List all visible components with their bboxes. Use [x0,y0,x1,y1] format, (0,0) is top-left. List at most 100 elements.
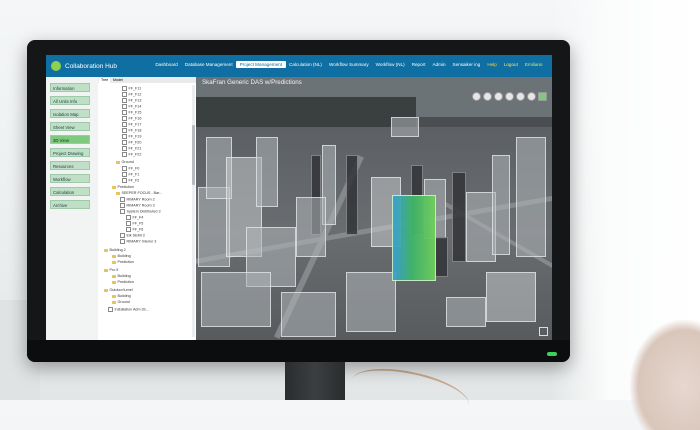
prediction-building-highlight[interactable] [392,195,436,281]
sidebar: Information All Units Info Isolation Map… [46,77,98,340]
legend-icon[interactable] [538,92,547,101]
nav-project-management[interactable]: Project Management [236,61,286,68]
tree-node[interactable]: FF_F21 [122,146,141,151]
nav-workflow[interactable]: Workflow (NL) [372,61,408,68]
tree-node[interactable]: FF_F22 [122,152,141,157]
sidebar-item-calculation[interactable]: Calculation [50,187,90,196]
monitor-stand [285,362,345,400]
viewer-title: SkaFran Generic DAS w/Predictions [202,79,302,86]
info-icon[interactable] [516,92,525,101]
tree-folder[interactable]: Building [112,274,131,279]
main-nav: Dashboard Database Management Project Ma… [152,61,546,68]
app-logo[interactable]: Collaboration Hub [51,60,117,72]
nav-database-management[interactable]: Database Management [181,61,236,68]
tree-node[interactable]: FF_F16 [122,116,141,121]
nav-logout[interactable]: Logout [500,61,521,68]
tree-node[interactable]: System Distributed 3 [120,209,161,214]
nav-dashboard[interactable]: Dashboard [152,61,181,68]
tree-node[interactable]: FF_F5 [126,221,143,226]
building-model [346,272,396,332]
tree-folder[interactable]: Building [112,294,131,299]
background-hand [630,320,700,430]
tree-node[interactable]: RIMARY Room 2 [120,197,155,202]
tree-folder[interactable]: Building [112,254,131,259]
tree-folder[interactable]: Pro 5 [104,268,118,273]
tree-node[interactable]: FF_F17 [122,122,141,127]
sidebar-item-information[interactable]: Information [50,83,90,92]
tab-tree[interactable]: Tree [99,77,111,83]
model-tree-panel: Tree Model FF_F11 FF_F12 FF_F13 FF_F14 F… [98,77,197,340]
tree-folder[interactable]: Outdoor/Level [104,288,133,293]
tab-model[interactable]: Model [111,78,125,83]
tree-scrollbar[interactable] [192,85,195,337]
building-model [296,197,326,257]
tree-folder[interactable]: SEEPER FOCUS - Bar... [116,191,162,196]
home-icon[interactable] [472,92,481,101]
building-model [452,172,466,262]
tree-node[interactable]: FF_F11 [122,86,141,91]
sidebar-item-resources[interactable]: Resources [50,161,90,170]
3d-viewport[interactable]: SkaFran Generic DAS w/Predictions [196,77,552,340]
nav-calculation[interactable]: Calculation (NL) [286,61,326,68]
fullscreen-icon[interactable] [539,327,548,336]
tree-node[interactable]: FF_F6 [126,227,143,232]
sidebar-item-isolation-map[interactable]: Isolation Map [50,109,90,118]
settings-icon[interactable] [494,92,503,101]
tree-node[interactable]: FF_F19 [122,134,141,139]
building-model [201,272,271,327]
tree-node[interactable]: FF_F15 [122,110,141,115]
building-model [346,155,358,235]
building-model [516,137,546,257]
tree-folder[interactable]: Ground [112,300,130,305]
app-title: Collaboration Hub [65,62,118,70]
tree-node[interactable]: RIMARY Room 3 [120,203,155,208]
tree-scroll-thumb[interactable] [192,125,195,185]
nav-user[interactable]: Emiliano [521,61,546,68]
cable [346,359,474,427]
tree-folder[interactable]: Prediction [112,280,134,285]
tree-node[interactable]: FF_F13 [122,98,141,103]
nav-admin[interactable]: Admin [429,61,449,68]
measure-icon[interactable] [527,92,536,101]
sidebar-item-all-units-info[interactable]: All Units Info [50,96,90,105]
viewer-toolbar [472,92,547,101]
nav-sensaiker[interactable]: Sensaiker ing [449,61,484,68]
tree-node[interactable]: Installation Adm 3b... [108,307,149,312]
sidebar-item-project-drawing[interactable]: Project Drawing [50,148,90,157]
sidebar-item-3d-view[interactable]: 3D View [50,135,90,144]
sidebar-item-archive[interactable]: Archive [50,200,90,209]
tree-node[interactable]: Elk SEMI 3 [120,233,145,238]
building-model [486,272,536,322]
tree-node[interactable]: FF_F1 [122,172,139,177]
building-model [256,137,278,207]
top-bar: Collaboration Hub Dashboard Database Man… [46,55,552,77]
logo-icon [51,61,61,71]
nav-workflow-summary[interactable]: Workflow Summary [325,61,372,68]
tree-node[interactable]: FF_F14 [122,104,141,109]
tree-node[interactable]: FF_F0 [122,166,139,171]
layers-icon[interactable] [505,92,514,101]
tree-node[interactable]: RIMARY Interior 3 [120,239,156,244]
tree-folder[interactable]: Prediction [112,185,134,190]
power-led [547,352,557,356]
rotate-icon[interactable] [483,92,492,101]
tree-folder[interactable]: Building 2 [104,248,126,253]
building-model [281,292,336,337]
tree-node[interactable]: FF_F12 [122,92,141,97]
nav-help[interactable]: Help [484,61,500,68]
tree-node[interactable]: FF_F18 [122,128,141,133]
screen: Collaboration Hub Dashboard Database Man… [46,55,552,340]
tree-folder[interactable]: Ground [116,160,134,165]
sidebar-item-workflow[interactable]: Workflow [50,174,90,183]
building-model [446,297,486,327]
monitor-chin [27,340,570,362]
sidebar-item-sheet-view[interactable]: Sheet View [50,122,90,131]
tree-node[interactable]: FF_F2 [122,178,139,183]
building-model [492,155,510,255]
tree-folder[interactable]: Prediction [112,260,134,265]
tree-node[interactable]: FF_F20 [122,140,141,145]
viewport-water [196,97,416,131]
nav-report[interactable]: Report [408,61,429,68]
tree-node[interactable]: FF_F4 [126,215,143,220]
tree-tabs: Tree Model [98,77,196,83]
